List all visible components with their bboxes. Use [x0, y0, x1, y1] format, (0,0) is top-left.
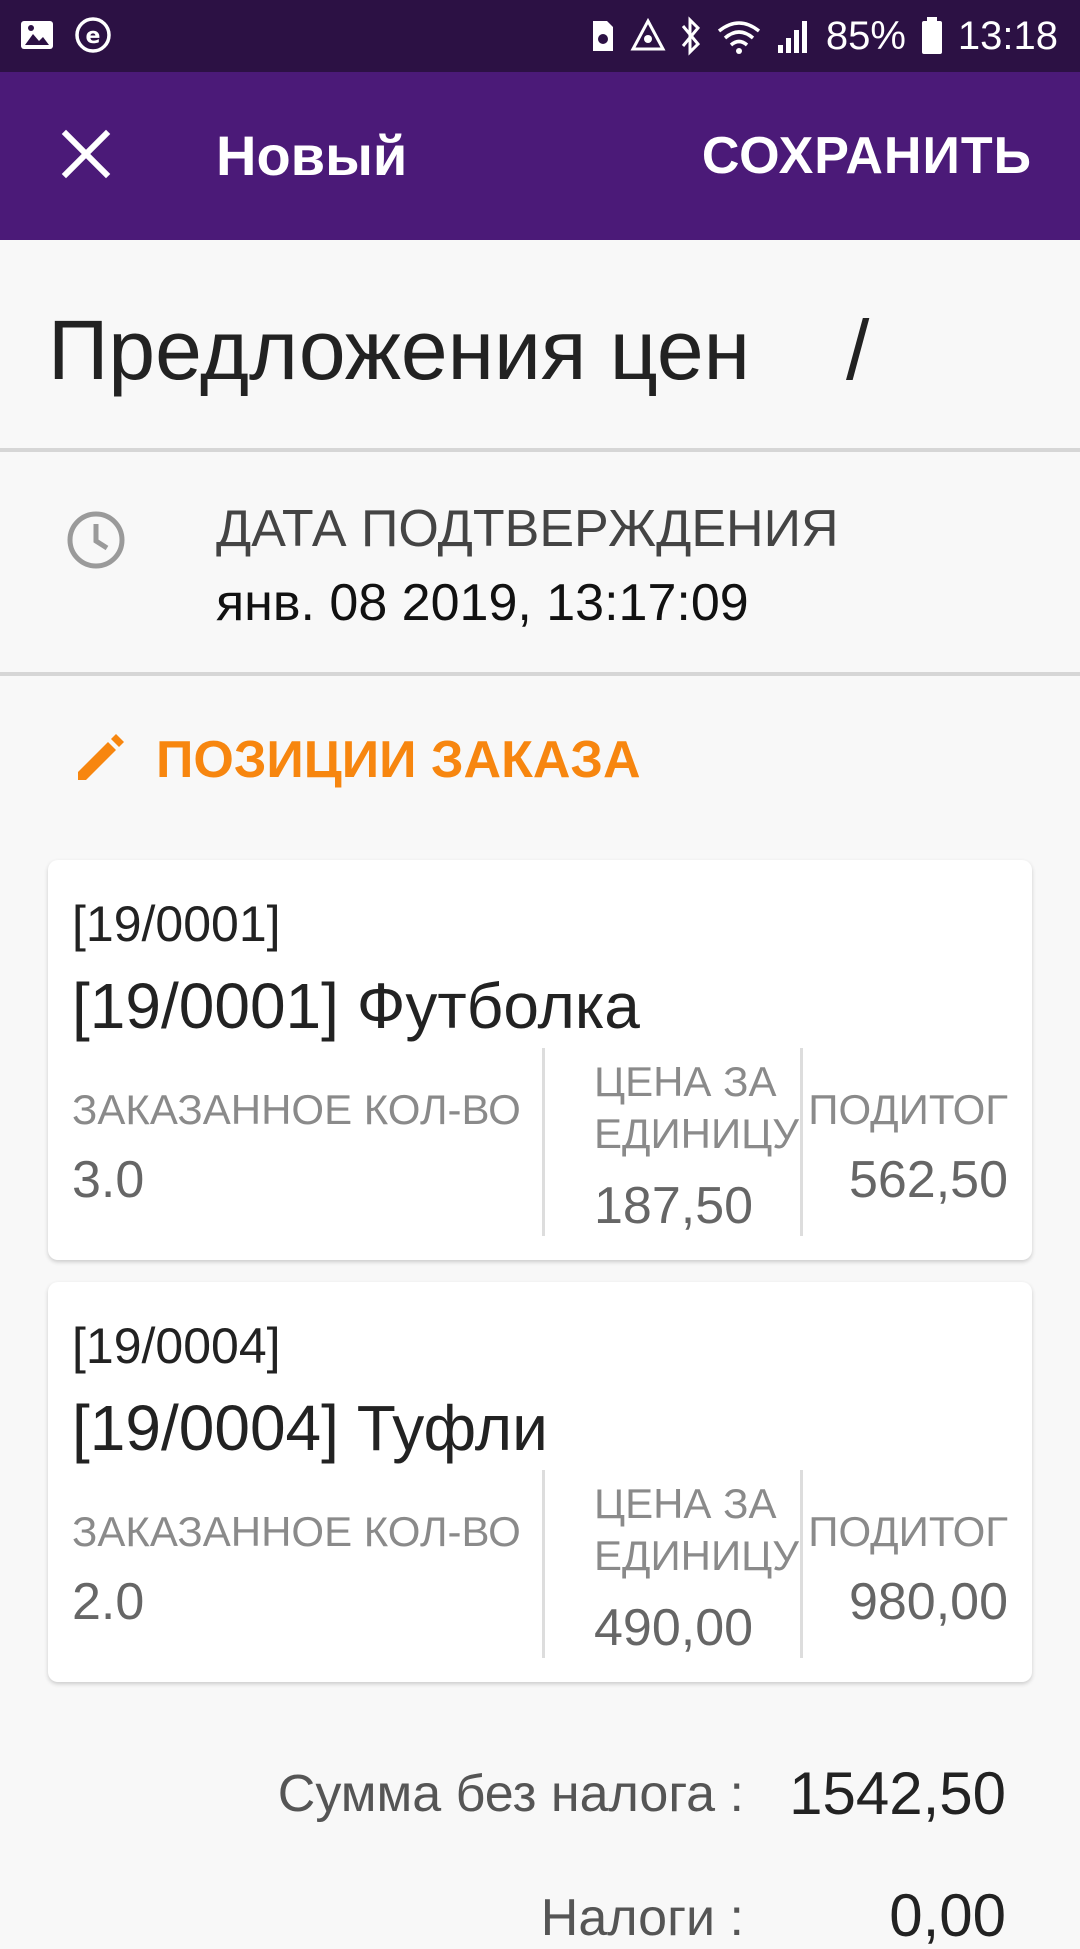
subtotal-label: ПОДИТОГ [808, 1508, 1008, 1555]
order-line-card[interactable]: [19/0001] [19/0001] Футболка ЗАКАЗАННОЕ … [48, 860, 1032, 1260]
taxes-label: Налоги : [540, 1889, 744, 1947]
untaxed-amount-label: Сумма без налога : [277, 1765, 744, 1823]
ordered-qty-value: 2.0 [72, 1573, 145, 1631]
unit-price-value: 187,50 [594, 1177, 754, 1235]
order-lines-title[interactable]: ПОЗИЦИИ ЗАКАЗА [156, 730, 641, 790]
divider [0, 672, 1080, 676]
app-bar-title: Новый [216, 124, 408, 187]
sim-icon [592, 21, 613, 51]
save-button[interactable]: СОХРАНИТЬ [702, 124, 1032, 188]
divider [0, 448, 1080, 452]
app-bar: Новый СОХРАНИТЬ [0, 72, 1080, 240]
gallery-icon [21, 21, 53, 49]
page-title: Предложения цен / [48, 300, 869, 400]
svg-text:e: e [86, 24, 101, 49]
battery-percent: 85% [825, 13, 906, 58]
bluetooth-icon [681, 16, 700, 56]
column-divider [800, 1048, 803, 1236]
taxes-value: 0,00 [889, 1882, 1006, 1949]
unit-price-value: 490,00 [594, 1599, 754, 1657]
clock-icon [67, 511, 125, 569]
status-time: 13:18 [957, 13, 1058, 58]
ordered-qty-value: 3.0 [72, 1151, 145, 1209]
unit-price-label: ЦЕНА ЗА ЕДИНИЦУ [594, 1480, 799, 1579]
ordered-qty-label: ЗАКАЗАННОЕ КОЛ-ВО [72, 1508, 521, 1555]
signal-icon [777, 21, 807, 53]
subtotal-value: 562,50 [848, 1151, 1008, 1209]
battery-icon [921, 17, 942, 54]
status-bar-system: 85% 13:18 [590, 10, 1058, 62]
status-bar-notifications: e [18, 16, 112, 54]
product-code: [19/0004] [72, 1318, 281, 1374]
column-divider [542, 1470, 545, 1658]
product-name: [19/0004] Туфли [72, 1392, 548, 1464]
unit-price-label: ЦЕНА ЗА ЕДИНИЦУ [594, 1058, 799, 1157]
e-app-icon: e [75, 17, 111, 53]
wifi-icon [717, 21, 760, 54]
column-divider [542, 1048, 545, 1236]
product-name: [19/0001] Футболка [72, 970, 640, 1042]
recycle-icon [630, 17, 666, 51]
subtotal-label: ПОДИТОГ [808, 1086, 1008, 1133]
status-bar: e 85% 13:18 [0, 0, 1080, 72]
order-line-card[interactable]: [19/0004] [19/0004] Туфли ЗАКАЗАННОЕ КОЛ… [48, 1282, 1032, 1682]
subtotal-value: 980,00 [848, 1573, 1008, 1631]
confirmation-date-label: ДАТА ПОДТВЕРЖДЕНИЯ [216, 500, 839, 558]
ordered-qty-label: ЗАКАЗАННОЕ КОЛ-ВО [72, 1086, 521, 1133]
record-title-separator: / [846, 303, 870, 397]
close-icon[interactable] [56, 124, 116, 184]
pencil-icon[interactable] [72, 730, 128, 786]
column-divider [800, 1470, 803, 1658]
record-title-text: Предложения цен [48, 303, 751, 397]
product-code: [19/0001] [72, 896, 281, 952]
confirmation-date-value[interactable]: янв. 08 2019, 13:17:09 [216, 572, 749, 634]
untaxed-amount-value: 1542,50 [789, 1760, 1006, 1827]
